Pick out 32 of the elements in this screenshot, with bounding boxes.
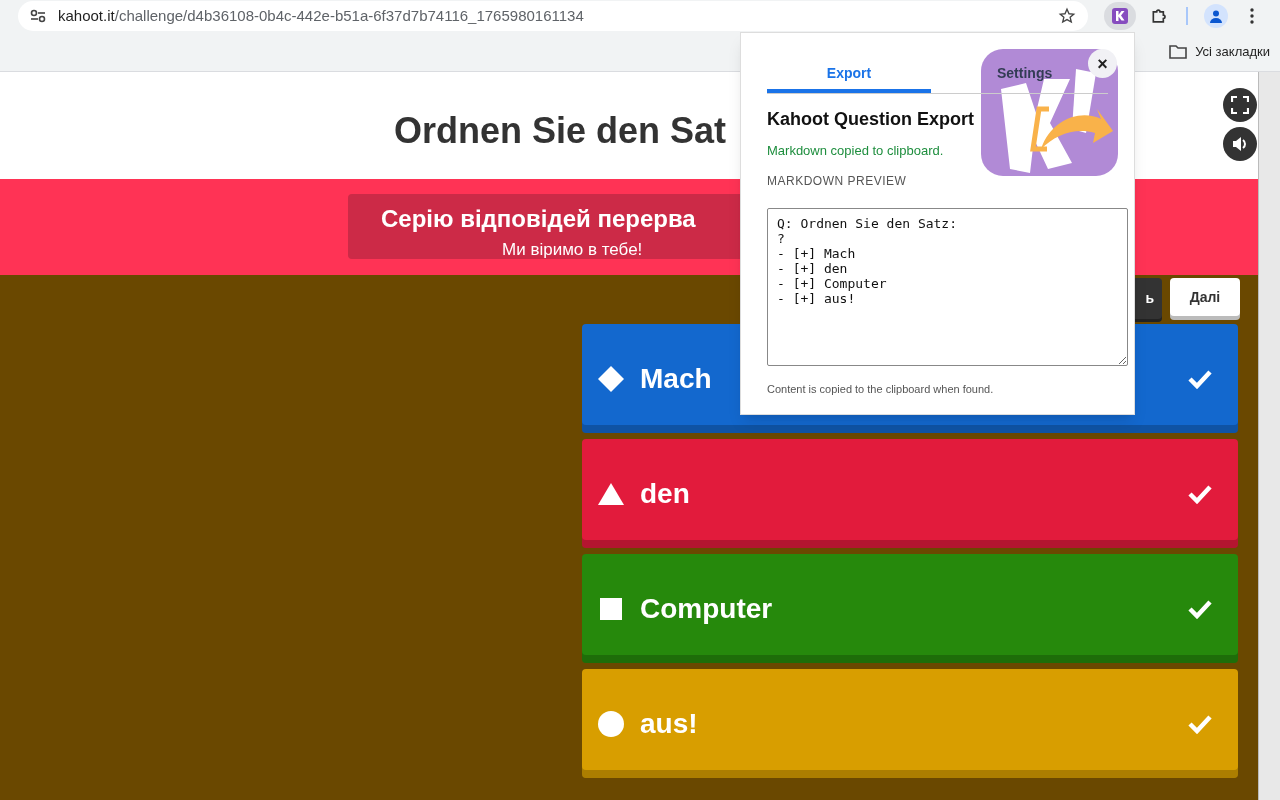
fullscreen-button[interactable] (1223, 88, 1257, 122)
sound-button[interactable] (1223, 127, 1257, 161)
markdown-preview-field[interactable]: Q: Ordnen Sie den Satz: ? - [+] Mach - [+] den - [+] Computer - [+] aus! (767, 207, 1128, 366)
site-settings-icon[interactable] (30, 9, 46, 23)
banner-title: Серію відповідей перерва (381, 204, 696, 234)
answer-text: aus! (640, 706, 698, 741)
kahoot-extension-icon (1112, 8, 1128, 24)
folder-icon (1169, 44, 1188, 59)
fullscreen-icon (1231, 96, 1249, 114)
status-message: Markdown copied to clipboard. (767, 142, 945, 160)
banner-subtitle: Ми віримо в тебе! (502, 239, 643, 261)
menu-icon[interactable] (1250, 8, 1254, 24)
extension-button[interactable] (1104, 2, 1136, 30)
question-title: Ordnen Sie den Sat (394, 109, 727, 153)
tab[interactable]: Settings (993, 57, 1057, 93)
profile-button[interactable] (1204, 4, 1228, 28)
speaker-icon (1231, 135, 1249, 153)
person-icon (1209, 9, 1223, 23)
preview-label: MARKDOWN PREVIEW (767, 172, 908, 190)
triangle-icon (598, 482, 624, 505)
footer-note: Content is copied to the clipboard when found. (767, 381, 995, 397)
answer-text: den (640, 476, 690, 511)
diamond-icon (597, 364, 625, 393)
answer-text: Computer (640, 591, 773, 626)
address-bar[interactable]: kahoot.it/challenge/d4b36108-0b4c-442e-b51a-6f37d7b74116_1765980161134 (18, 1, 1088, 31)
tab[interactable]: Export (767, 57, 931, 93)
star-icon[interactable] (1058, 7, 1076, 25)
square-icon (600, 597, 622, 620)
circle-icon (598, 710, 624, 737)
answer-text: Mach (640, 361, 712, 396)
popup-heading: Kahoot Question Export (767, 108, 975, 131)
bookmarks-link[interactable]: Усі закладки (1195, 41, 1270, 62)
